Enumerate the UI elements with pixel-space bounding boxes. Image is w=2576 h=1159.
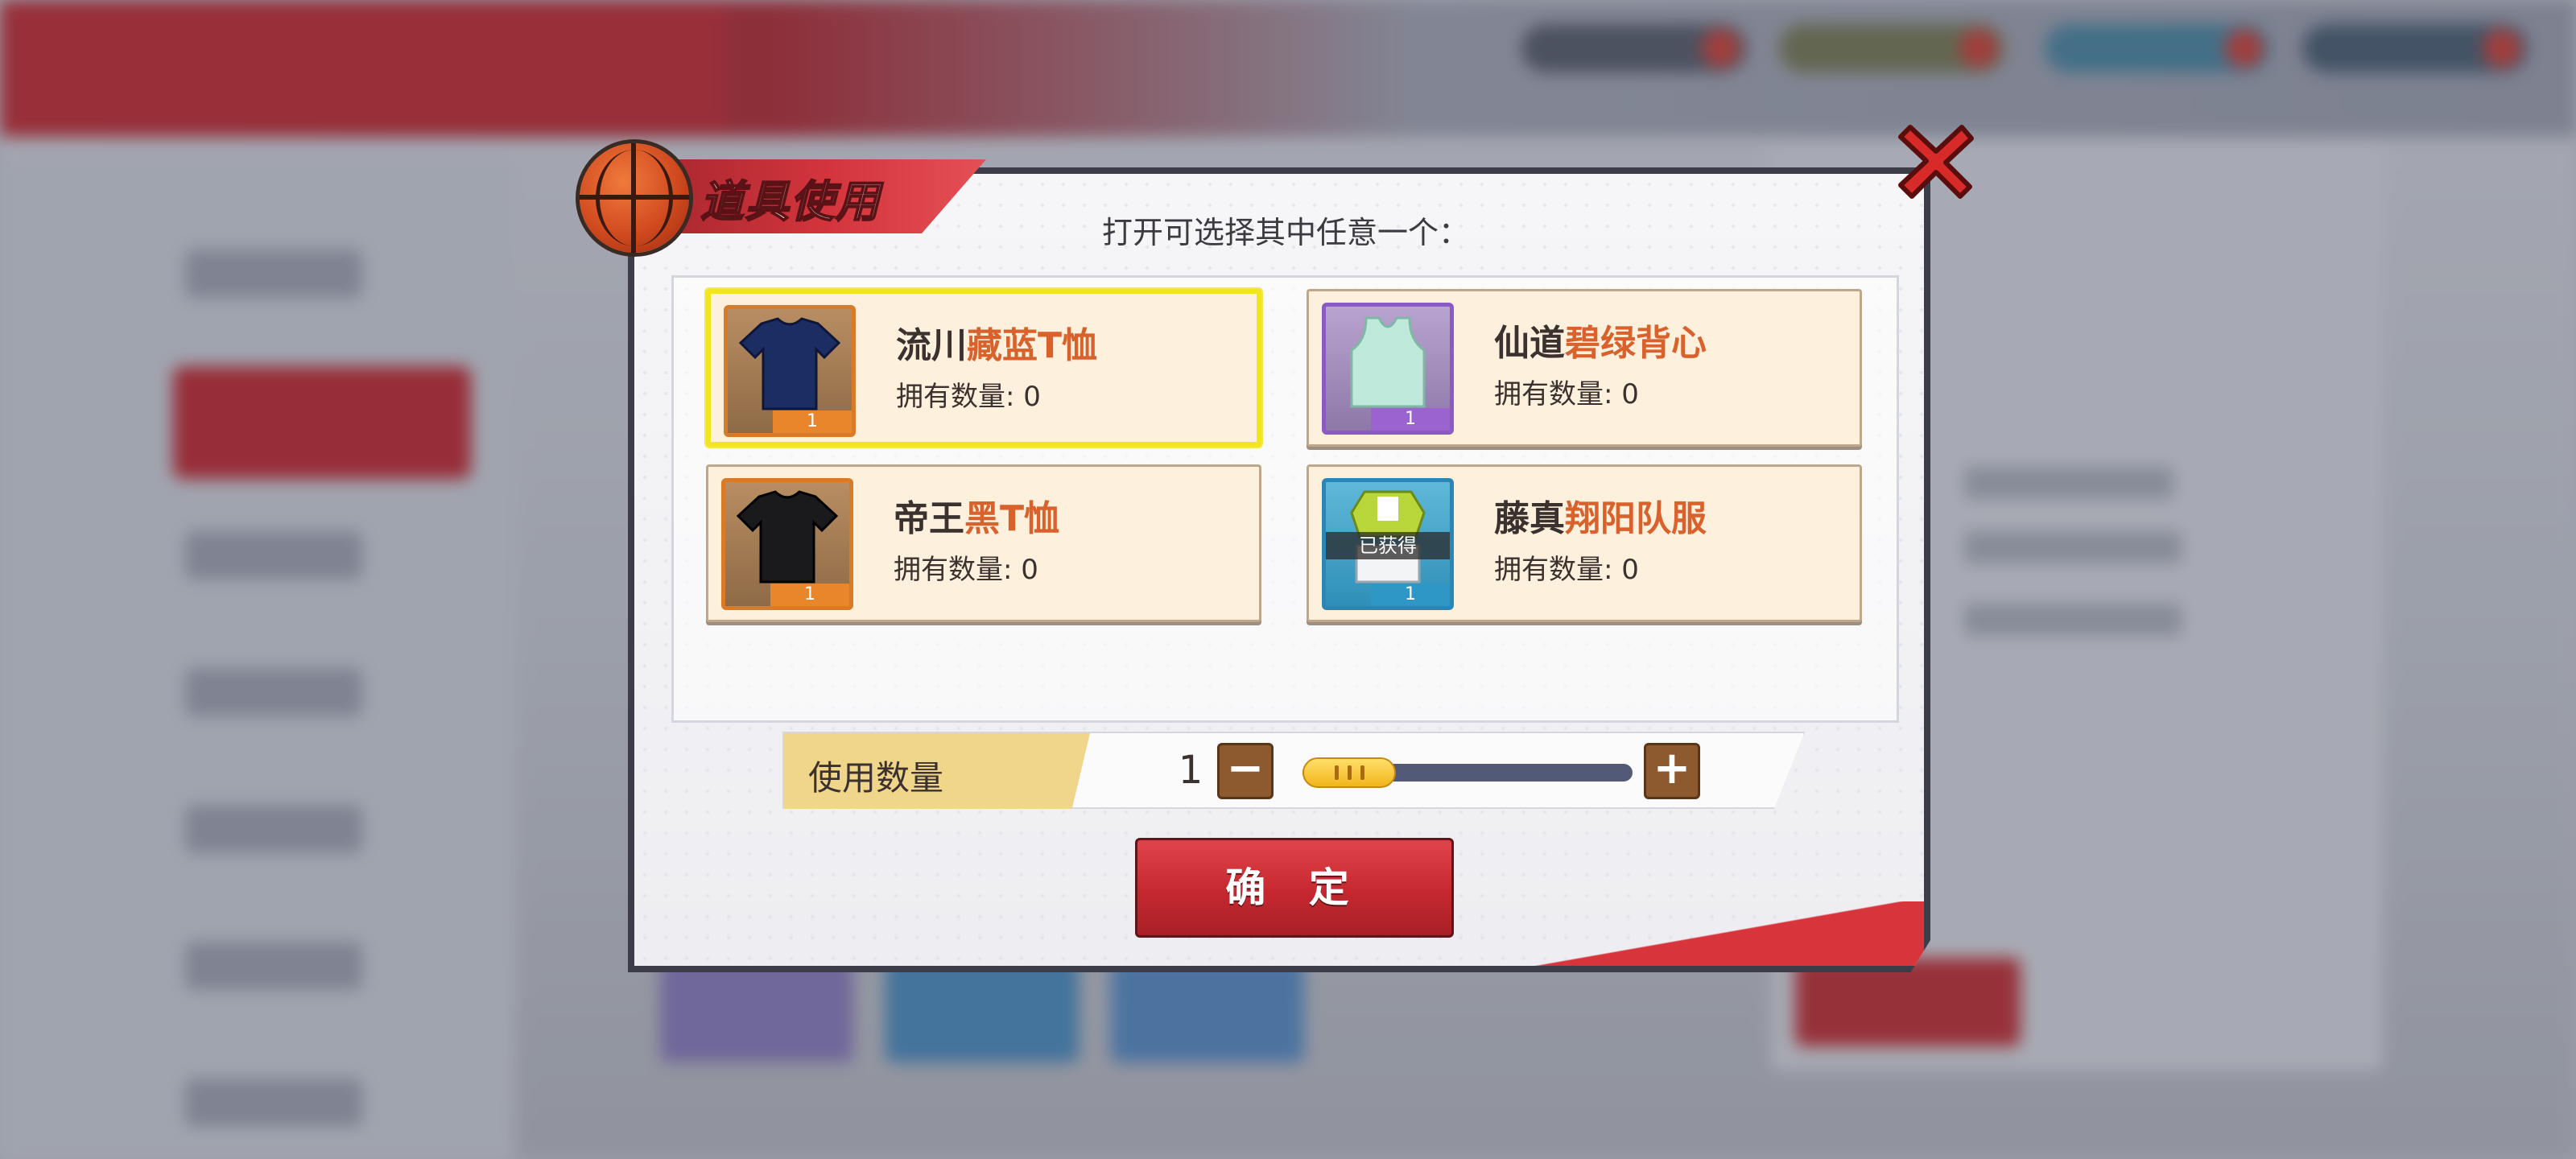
- item-name: 藤真翔阳队服: [1494, 498, 1707, 539]
- item-option-black-tshirt[interactable]: 1 帝王黑T恤 拥有数量: 0: [706, 464, 1261, 622]
- item-name: 仙道碧绿背心: [1494, 323, 1707, 364]
- team-uniform-icon: 已获得 1: [1322, 478, 1454, 610]
- quantity-value: 1: [1178, 748, 1203, 793]
- dialog-title-badge: 道具使用: [580, 143, 1030, 264]
- item-stack-count: 1: [773, 410, 852, 433]
- item-owned-count: 拥有数量: 0: [894, 554, 1038, 586]
- item-owned-count: 拥有数量: 0: [1494, 554, 1639, 586]
- item-stack-count: 1: [1371, 408, 1450, 431]
- item-options-grid: 1 流川藏蓝T恤 拥有数量: 0 1 仙道碧绿背心 拥有数量: 0 1 帝王黑T…: [671, 275, 1899, 723]
- item-owned-count: 拥有数量: 0: [1494, 378, 1639, 410]
- quantity-slider[interactable]: [1302, 757, 1633, 788]
- item-name: 流川藏蓝T恤: [896, 325, 1098, 366]
- slider-thumb[interactable]: [1302, 757, 1396, 788]
- item-option-navy-tshirt[interactable]: 1 流川藏蓝T恤 拥有数量: 0: [706, 289, 1261, 447]
- close-icon[interactable]: [1896, 121, 1976, 201]
- navy-tshirt-icon: 1: [724, 305, 856, 437]
- green-vest-icon: 1: [1322, 303, 1454, 435]
- item-stack-count: 1: [1371, 584, 1450, 606]
- dialog-title: 道具使用: [700, 175, 881, 228]
- item-name: 帝王黑T恤: [894, 498, 1060, 539]
- item-owned-count: 拥有数量: 0: [896, 381, 1041, 413]
- quantity-label: 使用数量: [808, 758, 944, 798]
- item-option-green-vest[interactable]: 1 仙道碧绿背心 拥有数量: 0: [1307, 289, 1862, 447]
- basketball-icon: [580, 143, 689, 253]
- confirm-button[interactable]: 确 定: [1135, 838, 1454, 938]
- black-tshirt-icon: 1: [721, 478, 853, 610]
- dialog-panel: 打开可选择其中任意一个： 1 流川藏蓝T恤 拥有数量: 0 1 仙道碧绿背心 拥…: [628, 167, 1930, 972]
- owned-badge: 已获得: [1326, 532, 1450, 559]
- item-option-team-uniform[interactable]: 已获得 1 藤真翔阳队服 拥有数量: 0: [1307, 464, 1862, 622]
- panel-red-stripe: [1505, 901, 1924, 966]
- item-stack-count: 1: [770, 584, 849, 606]
- increase-quantity-button[interactable]: +: [1644, 743, 1700, 799]
- quantity-selector: 使用数量 1 − +: [782, 732, 1805, 809]
- decrease-quantity-button[interactable]: −: [1217, 743, 1274, 799]
- item-use-dialog: 打开可选择其中任意一个： 1 流川藏蓝T恤 拥有数量: 0 1 仙道碧绿背心 拥…: [580, 125, 1974, 972]
